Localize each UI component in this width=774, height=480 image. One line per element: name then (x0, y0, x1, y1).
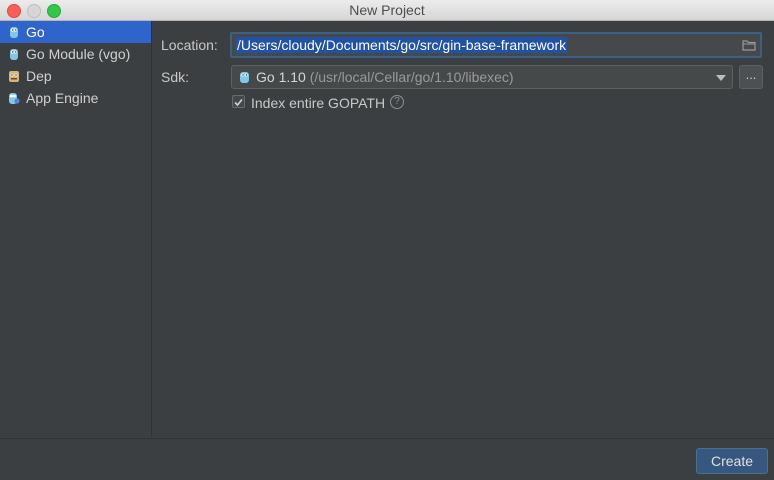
create-button[interactable]: Create (696, 448, 768, 474)
project-settings-panel: Location: /Users/cloudy/Documents/go/src… (152, 21, 774, 437)
title-bar: New Project (0, 0, 774, 21)
browse-sdk-button[interactable]: ... (739, 65, 763, 89)
checkmark-icon (234, 98, 243, 107)
gopher-icon (240, 72, 249, 83)
window-title: New Project (349, 2, 425, 18)
sdk-label: Sdk: (161, 69, 190, 85)
sdk-select[interactable]: Go 1.10 (/usr/local/Cellar/go/1.10/libex… (231, 65, 733, 89)
gopher-icon (10, 27, 18, 38)
location-label: Location: (161, 37, 218, 53)
folder-icon[interactable] (742, 39, 756, 51)
dep-icon (9, 71, 19, 82)
sidebar-item-dep[interactable]: Dep (0, 65, 151, 87)
sidebar-item-label: Go (26, 24, 45, 40)
sidebar-item-go[interactable]: Go (0, 21, 151, 43)
gopher-icon (10, 49, 18, 60)
help-icon[interactable]: ? (390, 95, 404, 109)
sdk-version: Go 1.10 (256, 69, 306, 85)
sidebar-item-go-module[interactable]: Go Module (vgo) (0, 43, 151, 65)
index-gopath-label[interactable]: Index entire GOPATH (251, 95, 385, 111)
project-type-list: Go Go Module (vgo) Dep App Engine (0, 21, 152, 437)
sdk-selected-value: Go 1.10 (/usr/local/Cellar/go/1.10/libex… (256, 69, 514, 85)
location-field[interactable]: /Users/cloudy/Documents/go/src/gin-base-… (230, 32, 762, 58)
index-gopath-checkbox[interactable] (232, 95, 245, 108)
sdk-path: (/usr/local/Cellar/go/1.10/libexec) (309, 69, 514, 85)
dialog-footer: Create (0, 438, 774, 480)
sidebar-item-label: Dep (26, 68, 52, 84)
sidebar-item-label: Go Module (vgo) (26, 46, 131, 62)
location-value[interactable]: /Users/cloudy/Documents/go/src/gin-base-… (236, 37, 568, 53)
app-engine-icon (9, 93, 20, 104)
chevron-down-icon[interactable] (716, 75, 726, 81)
sidebar-item-label: App Engine (26, 90, 99, 106)
sidebar-item-app-engine[interactable]: App Engine (0, 87, 151, 109)
